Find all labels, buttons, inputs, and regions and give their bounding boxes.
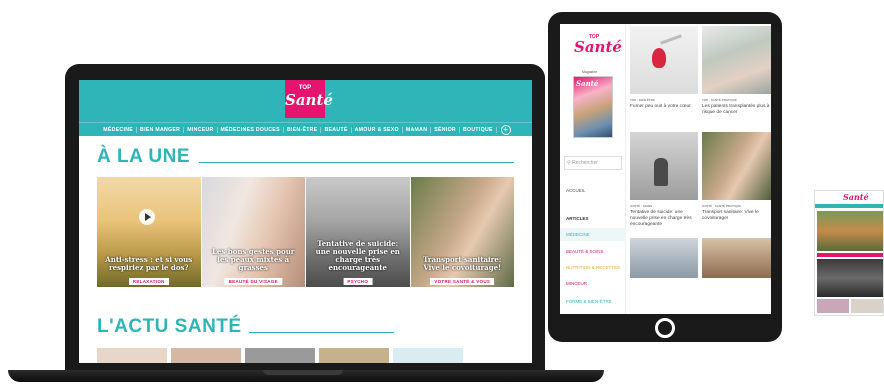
- nav-item-medecine[interactable]: MÉDECINE: [100, 126, 138, 133]
- article-thumbnail[interactable]: [97, 348, 167, 363]
- article-title[interactable]: Tentative de suicide: une nouvelle prise…: [630, 210, 698, 228]
- article-thumbnail[interactable]: [319, 348, 389, 363]
- menu-item-accueil[interactable]: ACCUEIL: [560, 184, 626, 197]
- nav-item-maman[interactable]: MAMAN: [403, 126, 432, 133]
- article-card[interactable]: Transport sanitaire: Vive le covoiturage…: [410, 177, 514, 287]
- logo-name-text: Santé: [285, 91, 333, 109]
- nav-item-amour-sexo[interactable]: AMOUR & SEXO: [352, 126, 403, 133]
- logo-name-text: Santé: [574, 38, 622, 56]
- article-thumbnail[interactable]: [851, 299, 883, 313]
- site-logo[interactable]: TOP Santé: [285, 80, 333, 118]
- nav-item-medecines-douces[interactable]: MÉDECINES DOUCES: [218, 126, 284, 133]
- cigarette-illustration: [660, 34, 682, 45]
- menu-item-medecine[interactable]: MÉDECINE: [560, 228, 626, 241]
- article-meta: SANTÉ · SANTÉ PRATIQUE: [702, 204, 742, 208]
- section-divider: [249, 332, 394, 333]
- article-card-caption: Tentative de suicide: une nouvelle prise…: [315, 239, 400, 272]
- article-image[interactable]: [630, 238, 698, 278]
- article-thumbnail[interactable]: [817, 299, 849, 313]
- nav-item-boutique[interactable]: BOUTIQUE: [460, 126, 497, 133]
- nav-item-bien-etre[interactable]: BIEN-ÊTRE: [284, 126, 322, 133]
- article-title[interactable]: Fumer peu nuit à votre cœur: [630, 104, 698, 110]
- laptop-screen: TOP Santé MÉDECINE BIEN MANGER MINCEUR M…: [79, 80, 532, 363]
- article-category-tag[interactable]: BEAUTÉ DU VISAGE: [224, 278, 282, 285]
- nav-item-bien-manger[interactable]: BIEN MANGER: [137, 126, 185, 133]
- menu-item-nutrition[interactable]: NUTRITION & RECETTES: [560, 261, 626, 274]
- menu-item-forme[interactable]: FORME & BIEN-ÊTRE: [560, 295, 626, 308]
- section-divider: [199, 162, 514, 163]
- device-mockup-stage: TOP Santé MÉDECINE BIEN MANGER MINCEUR M…: [0, 0, 884, 385]
- article-image[interactable]: [702, 238, 771, 278]
- featured-cards: Anti-stress : et si vous respiriez par l…: [97, 177, 514, 287]
- magazine-cover[interactable]: Santé: [573, 76, 613, 138]
- site-header: TOP Santé: [79, 80, 532, 122]
- home-button-icon[interactable]: [655, 318, 675, 338]
- article-image[interactable]: [702, 132, 771, 200]
- tablet-logo[interactable]: TOP Santé: [574, 34, 622, 56]
- laptop-notch: [263, 370, 343, 375]
- phone-header-bar: [815, 204, 883, 208]
- article-thumbnail[interactable]: [393, 348, 463, 363]
- article-meta: TOP · SANTÉ PRATIQUE: [702, 98, 738, 102]
- menu-item-beaute-soins[interactable]: BEAUTÉ & SOINS: [560, 245, 626, 258]
- article-image[interactable]: [817, 259, 883, 297]
- article-card-caption: Les bons gestes pour les peaux mixtes à …: [212, 247, 295, 272]
- magazine-label: Magazine: [582, 70, 598, 74]
- phone-logo[interactable]: Santé: [843, 192, 869, 202]
- article-image[interactable]: [630, 26, 698, 94]
- article-meta: TOP · BIEN-ÊTRE: [630, 98, 655, 102]
- heart-illustration: [652, 48, 666, 68]
- search-input[interactable]: ⚲ Rechercher: [564, 156, 622, 170]
- tablet-screen: TOP Santé Magazine Santé ⚲ Rechercher AC…: [560, 24, 771, 314]
- article-title[interactable]: Les patients transplantés plus à risque …: [702, 104, 770, 116]
- main-nav: MÉDECINE BIEN MANGER MINCEUR MÉDECINES D…: [79, 122, 532, 136]
- phone-screen: Santé: [814, 190, 884, 316]
- actu-thumbnails: [97, 348, 517, 363]
- phone-category-bar: [817, 253, 883, 257]
- article-card[interactable]: Tentative de suicide: une nouvelle prise…: [306, 177, 410, 287]
- menu-item-articles[interactable]: ARTICLES: [560, 212, 626, 225]
- article-card-caption: Transport sanitaire: Vive le covoiturage…: [423, 255, 502, 272]
- search-placeholder: Rechercher: [572, 160, 598, 166]
- article-card-caption: Anti-stress : et si vous respiriez par l…: [105, 255, 193, 272]
- article-meta: SANTÉ · SOINS: [630, 204, 653, 208]
- magazine-cover-title: Santé: [576, 79, 599, 88]
- tablet-sidebar: TOP Santé Magazine Santé ⚲ Rechercher AC…: [560, 24, 626, 314]
- person-illustration: [654, 158, 668, 186]
- article-card[interactable]: Anti-stress : et si vous respiriez par l…: [97, 177, 201, 287]
- article-image[interactable]: [817, 211, 883, 251]
- article-title[interactable]: Transport sanitaire: Vive le covoiturage…: [702, 210, 770, 222]
- section-title-actu-sante: L'ACTU SANTÉ: [97, 316, 242, 337]
- play-icon[interactable]: [139, 209, 155, 225]
- plus-icon[interactable]: +: [500, 124, 511, 135]
- section-title-a-la-une: À LA UNE: [97, 146, 191, 167]
- nav-item-beaute[interactable]: BEAUTÉ: [321, 126, 352, 133]
- article-category-tag[interactable]: VOTRE SANTÉ & VOUS: [430, 278, 495, 285]
- article-image[interactable]: [702, 26, 771, 94]
- article-category-tag[interactable]: PSYCHO: [343, 278, 373, 285]
- nav-item-senior[interactable]: SÉNIOR: [431, 126, 460, 133]
- article-category-tag[interactable]: RELAXATION: [128, 278, 169, 285]
- nav-item-minceur[interactable]: MINCEUR: [184, 126, 218, 133]
- menu-item-minceur[interactable]: MINCEUR: [560, 277, 626, 290]
- article-thumbnail[interactable]: [245, 348, 315, 363]
- article-thumbnail[interactable]: [171, 348, 241, 363]
- article-image[interactable]: [630, 132, 698, 200]
- article-card[interactable]: Les bons gestes pour les peaux mixtes à …: [201, 177, 305, 287]
